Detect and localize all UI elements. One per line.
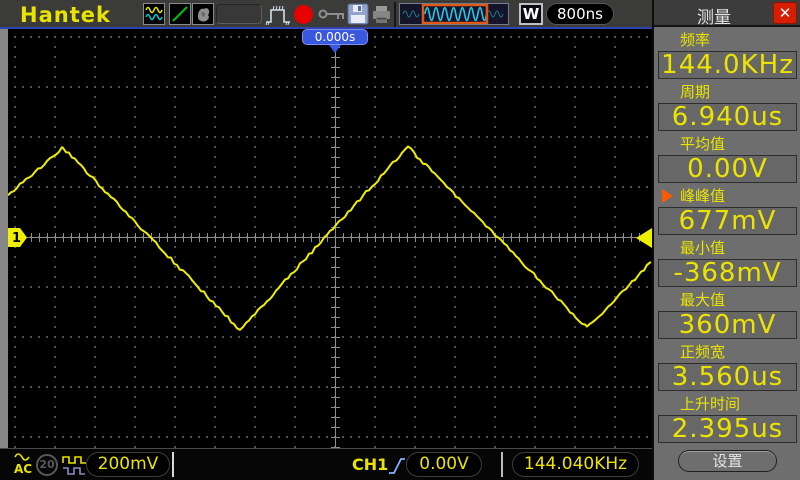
channel1-position-marker[interactable]: 1 [8, 228, 28, 247]
measurement-value-maximum: 360mV [658, 311, 797, 339]
measurement-label-peak-to-peak: 峰峰值 [654, 185, 800, 207]
channel1-marker-label: 1 [12, 231, 21, 246]
pulse-icon[interactable] [265, 4, 292, 26]
wave-style-button[interactable] [143, 3, 165, 25]
trigger-position-pointer [329, 45, 341, 53]
ac-coupling-icon: AC [12, 451, 34, 479]
measurement-label-minimum: 最小值 [654, 237, 800, 259]
line-style-icon [170, 4, 190, 24]
measurement-value-peak-to-peak: 677mV [658, 207, 797, 235]
waveform-trace [8, 29, 652, 448]
trigger-frequency-readout: 144.040KHz [512, 452, 639, 477]
scope-display: 0.000s 1 [8, 29, 652, 448]
status-separator-1 [172, 452, 174, 477]
volts-per-div-readout: 200mV [86, 452, 170, 477]
measurement-label-maximum: 最大值 [654, 289, 800, 311]
wave-style-icon [144, 4, 164, 24]
left-edge-strip [0, 29, 8, 448]
record-button[interactable] [294, 5, 313, 24]
line-style-button[interactable] [169, 3, 191, 25]
trigger-level-marker[interactable] [634, 228, 652, 248]
waveform-preview-icon [400, 4, 508, 24]
key-icon[interactable] [318, 8, 346, 21]
print-icon[interactable] [371, 4, 392, 25]
trigger-source-label: CH1 [352, 455, 388, 474]
rising-edge-icon [388, 453, 406, 477]
status-separator-2 [501, 452, 503, 477]
measurement-value-average: 0.00V [658, 155, 797, 183]
measurement-label-positive-width: 正频宽 [654, 341, 800, 363]
brand-logo: Hantek [20, 3, 111, 27]
measurement-label-period: 周期 [654, 81, 800, 103]
toolbar-inset-panel [216, 4, 262, 24]
measurement-value-minimum: -368mV [658, 259, 797, 287]
measurement-value-period: 6.940us [658, 103, 797, 131]
measurement-label-rise-time: 上升时间 [654, 393, 800, 415]
close-icon[interactable]: ✕ [773, 2, 797, 24]
ac-coupling-label: AC [14, 462, 32, 476]
measurement-value-rise-time: 2.395us [658, 415, 797, 443]
window-mode-button[interactable]: W [519, 3, 543, 25]
top-toolbar: Hantek [0, 0, 652, 29]
bandwidth-limit-icon [62, 453, 87, 478]
toolbar-separator [394, 2, 396, 27]
measurement-value-frequency: 144.0KHz [658, 51, 797, 79]
save-icon[interactable] [347, 3, 369, 25]
status-bar: AC 20 200mV CH1 0.00V 144.040KHz [0, 448, 652, 480]
measurement-label-frequency: 频率 [654, 29, 800, 51]
measurement-panel: 测量 ✕ 频率 144.0KHz 周期 6.940us 平均值 0.00V 峰峰… [652, 0, 800, 480]
timebase-readout: 800ns [546, 3, 614, 25]
waveform-preview[interactable] [399, 3, 509, 25]
measurement-label-average: 平均值 [654, 133, 800, 155]
attenuation-badge: 20 [36, 454, 58, 476]
measurement-value-positive-width: 3.560us [658, 363, 797, 391]
measurement-panel-header: 测量 ✕ [654, 0, 800, 27]
trigger-position-marker[interactable]: 0.000s [302, 29, 368, 45]
selected-arrow-icon [662, 189, 673, 203]
trigger-level-readout: 0.00V [406, 452, 482, 477]
noise-icon [193, 4, 213, 24]
settings-button[interactable]: 设置 [678, 450, 777, 472]
panel-title: 测量 [654, 3, 774, 28]
noise-style-button[interactable] [192, 3, 214, 25]
